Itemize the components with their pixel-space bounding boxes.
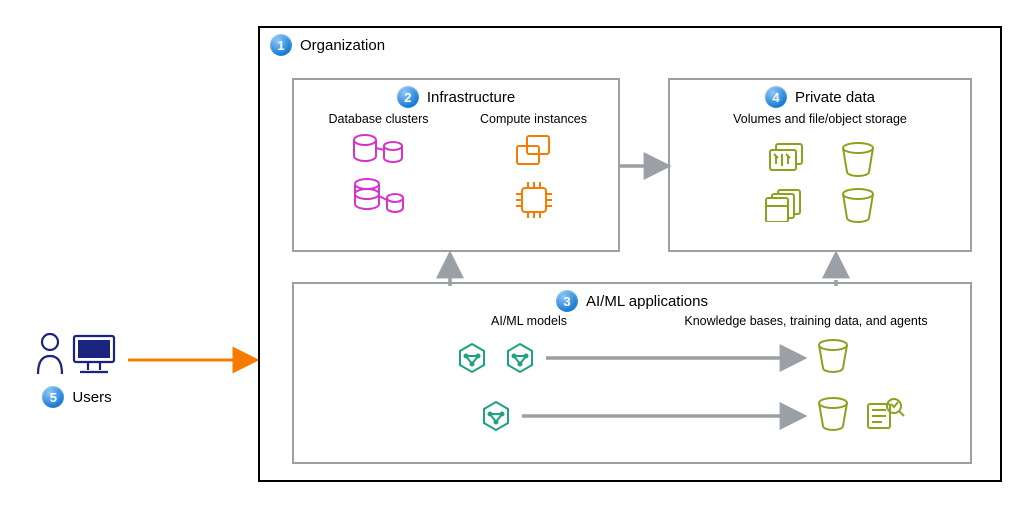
infrastructure-box: 2 Infrastructure Database clusters xyxy=(292,78,620,252)
aiml-title-row: 3 AI/ML applications xyxy=(294,290,970,312)
arrow-infra-to-private xyxy=(620,156,680,176)
aiml-label: AI/ML applications xyxy=(586,293,708,310)
arrow-users-to-org xyxy=(128,350,268,370)
report-magnifier-icon xyxy=(866,396,906,432)
infra-db-label: Database clusters xyxy=(310,112,447,126)
arrow-aiml-to-infra xyxy=(440,252,460,292)
private-data-box: 4 Private data Volumes and file/object s… xyxy=(668,78,972,252)
organization-title-row: 1 Organization xyxy=(270,34,385,56)
organization-badge: 1 xyxy=(270,34,292,56)
db-replica-icon xyxy=(351,176,407,216)
private-data-label: Private data xyxy=(795,89,875,106)
aiml-bucket-row2 xyxy=(814,396,906,432)
infrastructure-badge: 2 xyxy=(397,86,419,108)
ml-chip-icon xyxy=(502,342,538,378)
cpu-chip-icon xyxy=(512,180,556,220)
infra-compute-label: Compute instances xyxy=(465,112,602,126)
users-label-row: 5 Users xyxy=(42,386,111,408)
bucket-icon xyxy=(814,338,852,374)
aiml-models-row1 xyxy=(454,342,538,378)
compute-instances-icon xyxy=(509,132,559,172)
users-block: 5 Users xyxy=(34,330,120,408)
bucket-icon xyxy=(814,396,852,432)
volume-stack-icon xyxy=(762,140,808,178)
organization-label: Organization xyxy=(300,37,385,54)
aiml-models-label: AI/ML models xyxy=(454,314,604,328)
aiml-knowledge-col: Knowledge bases, training data, and agen… xyxy=(664,314,948,328)
users-label: Users xyxy=(72,389,111,406)
infrastructure-title-row: 2 Infrastructure xyxy=(294,86,618,108)
ml-chip-icon xyxy=(478,400,514,436)
infra-compute-col: Compute instances xyxy=(465,112,602,220)
private-data-title-row: 4 Private data xyxy=(670,86,970,108)
aiml-knowledge-label: Knowledge bases, training data, and agen… xyxy=(664,314,948,328)
arrow-models-to-kb-1 xyxy=(546,350,816,366)
private-data-sublabel: Volumes and file/object storage xyxy=(670,112,970,126)
infra-db-col: Database clusters xyxy=(310,112,447,220)
bucket-icon-2 xyxy=(838,186,878,224)
bucket-icon xyxy=(838,140,878,178)
organization-box: 1 Organization 2 Infrastructure Database… xyxy=(258,26,1002,482)
users-badge: 5 xyxy=(42,386,64,408)
diagram-stage: 5 Users 1 Organization 2 Infrastructure … xyxy=(0,0,1036,510)
aiml-models-col: AI/ML models xyxy=(454,314,604,328)
infrastructure-label: Infrastructure xyxy=(427,89,515,106)
arrow-aiml-to-private-dashed xyxy=(826,252,846,292)
aiml-box: 3 AI/ML applications AI/ML models Knowle… xyxy=(292,282,972,464)
arrow-models-to-kb-2 xyxy=(522,408,816,424)
ml-chip-icon xyxy=(454,342,490,378)
user-computer-icon xyxy=(34,330,120,380)
aiml-models-row2 xyxy=(478,400,514,436)
db-cluster-icon xyxy=(351,132,407,168)
aiml-bucket-row1 xyxy=(814,338,852,374)
private-data-badge: 4 xyxy=(765,86,787,108)
aiml-badge: 3 xyxy=(556,290,578,312)
file-stack-icon xyxy=(762,186,808,222)
